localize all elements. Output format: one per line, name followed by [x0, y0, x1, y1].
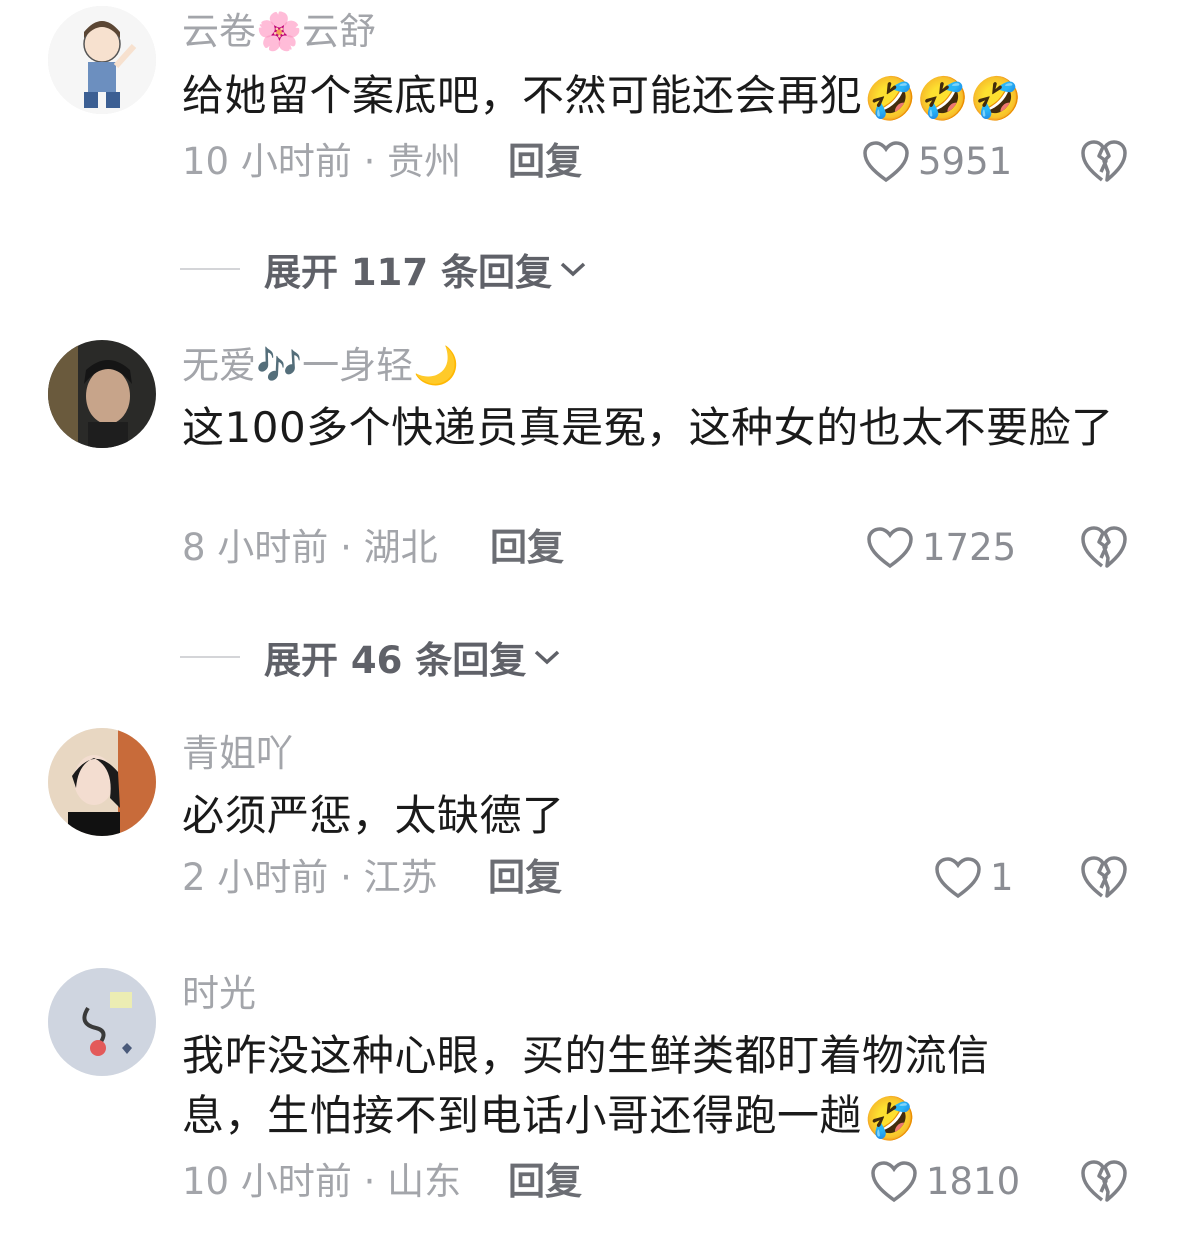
reply-button[interactable]: 回复 [508, 140, 582, 184]
heart-outline-icon [867, 527, 913, 569]
comment-username[interactable]: 云卷🌸云舒 [182, 10, 376, 54]
broken-heart-icon[interactable] [1080, 524, 1128, 570]
comment-username[interactable]: 无爱🎶一身轻🌙 [182, 344, 459, 388]
divider-line [180, 268, 240, 270]
like-count: 1810 [926, 1160, 1021, 1203]
avatar[interactable] [48, 6, 156, 114]
laughing-tears-emoji-icon: 🤣 [864, 1093, 917, 1143]
divider-line [180, 656, 240, 658]
avatar[interactable] [48, 728, 156, 836]
like-button[interactable]: 5951 [862, 140, 1012, 184]
expand-replies-label: 展开 117 条回复 [264, 251, 552, 294]
reply-button[interactable]: 回复 [488, 856, 562, 900]
expand-replies-label: 展开 46 条回复 [264, 639, 527, 682]
chevron-down-icon [560, 262, 586, 277]
heart-outline-icon [871, 1161, 917, 1203]
heart-outline-icon [863, 141, 909, 183]
laughing-tears-emoji-icon: 🤣🤣🤣 [864, 73, 1023, 123]
avatar[interactable] [48, 340, 156, 448]
chevron-down-icon [535, 650, 560, 665]
reply-button[interactable]: 回复 [490, 526, 564, 570]
reply-button[interactable]: 回复 [508, 1160, 582, 1204]
comment-text: 给她留个案底吧，不然可能还会再犯🤣🤣🤣 [182, 66, 1132, 129]
expand-replies-button[interactable]: 展开 117 条回复 [180, 242, 588, 296]
broken-heart-icon[interactable] [1080, 1158, 1128, 1204]
like-button[interactable]: 1725 [866, 526, 1016, 570]
like-count: 1 [990, 856, 1014, 899]
comment-username[interactable]: 青姐吖 [182, 732, 293, 776]
heart-outline-icon [935, 857, 981, 899]
like-count: 1725 [922, 526, 1017, 569]
like-button[interactable]: 1810 [870, 1160, 1020, 1204]
comment-text: 我咋没这种心眼，买的生鲜类都盯着物流信息，生怕接不到电话小哥还得跑一趟🤣 [182, 1026, 1062, 1149]
like-count: 5951 [918, 140, 1013, 183]
comment-username[interactable]: 时光 [182, 972, 256, 1016]
broken-heart-icon[interactable] [1080, 854, 1128, 900]
comment-meta: 8 小时前 · 湖北 [182, 526, 438, 569]
avatar[interactable] [48, 968, 156, 1076]
like-button[interactable]: 1 [934, 856, 1014, 900]
comment-meta: 2 小时前 · 江苏 [182, 856, 438, 899]
comment-text: 必须严惩，太缺德了 [182, 791, 565, 840]
comment-meta: 10 小时前 · 贵州 [182, 140, 462, 183]
broken-heart-icon[interactable] [1080, 138, 1128, 184]
comment-text-content: 给她留个案底吧，不然可能还会再犯 [182, 71, 863, 120]
comment-text: 这100多个快递员真是冤，这种女的也太不要脸了 [182, 403, 1114, 452]
expand-replies-button[interactable]: 展开 46 条回复 [180, 630, 562, 684]
comment-meta: 10 小时前 · 山东 [182, 1160, 462, 1203]
